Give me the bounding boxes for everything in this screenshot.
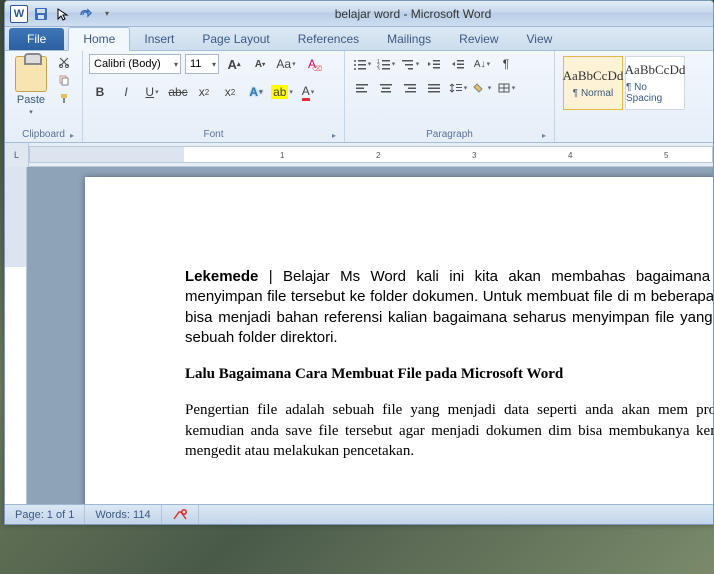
- underline-button[interactable]: U: [141, 82, 163, 102]
- tab-page-layout[interactable]: Page Layout: [188, 28, 283, 50]
- cursor-icon: [53, 4, 73, 24]
- statusbar: Page: 1 of 1 Words: 114: [5, 504, 713, 524]
- quick-access-toolbar: W ▾: [9, 4, 117, 24]
- bullets-button[interactable]: [351, 54, 373, 74]
- qat-more-icon[interactable]: ▾: [97, 4, 117, 24]
- change-case-button[interactable]: Aa: [275, 54, 297, 74]
- sort-button[interactable]: A↓: [471, 54, 493, 74]
- window-title: belajar word - Microsoft Word: [117, 7, 709, 21]
- style-no-spacing[interactable]: AaBbCcDd ¶ No Spacing: [625, 56, 685, 110]
- tab-review[interactable]: Review: [445, 28, 512, 50]
- pilcrow-button[interactable]: ¶: [495, 54, 517, 74]
- subscript-button[interactable]: x2: [193, 82, 215, 102]
- style-sample: AaBbCcDd: [625, 62, 686, 78]
- grow-font-button[interactable]: A▴: [223, 54, 245, 74]
- line-spacing-button[interactable]: [447, 78, 469, 98]
- group-font: Calibri (Body) 11 A▴ A▾ Aa A⌫ B I U abc …: [83, 51, 345, 142]
- paste-label: Paste: [17, 94, 45, 106]
- ruler-corner[interactable]: L: [5, 143, 29, 167]
- group-paragraph: 123 A↓ ¶ Paragraph: [345, 51, 555, 142]
- ruler-tick: 3: [472, 151, 476, 160]
- redo-icon[interactable]: [75, 4, 95, 24]
- status-page[interactable]: Page: 1 of 1: [5, 505, 85, 524]
- word-logo-icon[interactable]: W: [9, 4, 29, 24]
- font-size-combo[interactable]: 11: [185, 54, 219, 74]
- font-name-combo[interactable]: Calibri (Body): [89, 54, 181, 74]
- tab-file[interactable]: File: [9, 28, 64, 50]
- style-sample: AaBbCcDd: [563, 68, 624, 84]
- save-icon[interactable]: [31, 4, 51, 24]
- cut-icon[interactable]: [55, 54, 73, 70]
- tab-home[interactable]: Home: [68, 27, 130, 51]
- font-color-button[interactable]: A: [297, 82, 319, 102]
- multilevel-button[interactable]: [399, 54, 421, 74]
- align-left-button[interactable]: [351, 78, 373, 98]
- group-clipboard: Paste ▾ Clipboard: [5, 51, 83, 142]
- style-name: ¶ Normal: [573, 88, 613, 99]
- indent-button[interactable]: [447, 54, 469, 74]
- horizontal-ruler[interactable]: 1 2 3 4 5: [29, 146, 713, 163]
- format-painter-icon[interactable]: [55, 90, 73, 106]
- copy-icon[interactable]: [55, 72, 73, 88]
- align-right-button[interactable]: [399, 78, 421, 98]
- group-styles: AaBbCcDd ¶ Normal AaBbCcDd ¶ No Spacing …: [555, 51, 713, 142]
- ribbon-tabs: File Home Insert Page Layout References …: [5, 27, 713, 51]
- titlebar: W ▾ belajar word - Microsoft Word: [5, 1, 713, 27]
- status-proof-icon[interactable]: [162, 505, 199, 524]
- clear-format-button[interactable]: A⌫: [301, 54, 323, 74]
- svg-text:3: 3: [377, 67, 380, 70]
- ruler-tick: 2: [376, 151, 380, 160]
- font-name-value: Calibri (Body): [94, 58, 161, 70]
- ruler-tick: 1: [280, 151, 284, 160]
- numbering-button[interactable]: 123: [375, 54, 397, 74]
- tab-references[interactable]: References: [284, 28, 373, 50]
- style-normal[interactable]: AaBbCcDd ¶ Normal: [563, 56, 623, 110]
- paste-button[interactable]: Paste ▾: [11, 54, 51, 118]
- clipboard-icon: [15, 56, 47, 92]
- status-words[interactable]: Words: 114: [85, 505, 161, 524]
- strike-button[interactable]: abc: [167, 82, 189, 102]
- tab-view[interactable]: View: [513, 28, 567, 50]
- shading-button[interactable]: [471, 78, 493, 98]
- p1-text: | Belajar Ms Word kali ini kita akan mem…: [185, 268, 713, 346]
- p1-bold: Lekemede: [185, 268, 258, 285]
- ribbon: Paste ▾ Clipboard Calibri (Body) 11 A▴ A…: [5, 51, 713, 143]
- group-label-paragraph: Paragraph: [351, 127, 548, 142]
- group-label-clipboard: Clipboard: [11, 127, 76, 142]
- superscript-button[interactable]: x2: [219, 82, 241, 102]
- text-effects-button[interactable]: A: [245, 82, 267, 102]
- tab-mailings[interactable]: Mailings: [373, 28, 445, 50]
- shrink-font-button[interactable]: A▾: [249, 54, 271, 74]
- document-area: Lekemede | Belajar Ms Word kali ini kita…: [5, 167, 713, 504]
- paragraph-1[interactable]: Lekemede | Belajar Ms Word kali ini kita…: [185, 267, 713, 348]
- ruler-tick: 4: [568, 151, 572, 160]
- tab-insert[interactable]: Insert: [130, 28, 188, 50]
- align-center-button[interactable]: [375, 78, 397, 98]
- borders-button[interactable]: [495, 78, 517, 98]
- bold-button[interactable]: B: [89, 82, 111, 102]
- vertical-ruler[interactable]: [5, 167, 27, 504]
- paragraph-2[interactable]: Pengertian file adalah sebuah file yang …: [185, 400, 713, 461]
- justify-button[interactable]: [423, 78, 445, 98]
- italic-button[interactable]: I: [115, 82, 137, 102]
- font-size-value: 11: [190, 58, 201, 70]
- group-label-font: Font: [89, 127, 338, 142]
- ruler-tick: 5: [664, 151, 668, 160]
- highlight-button[interactable]: ab: [271, 82, 293, 102]
- ruler-area: L 1 2 3 4 5: [5, 143, 713, 167]
- outdent-button[interactable]: [423, 54, 445, 74]
- style-name: ¶ No Spacing: [626, 82, 684, 104]
- page[interactable]: Lekemede | Belajar Ms Word kali ini kita…: [85, 177, 713, 504]
- app-window: W ▾ belajar word - Microsoft Word File H…: [4, 0, 714, 525]
- heading-1[interactable]: Lalu Bagaimana Cara Membuat File pada Mi…: [185, 364, 713, 384]
